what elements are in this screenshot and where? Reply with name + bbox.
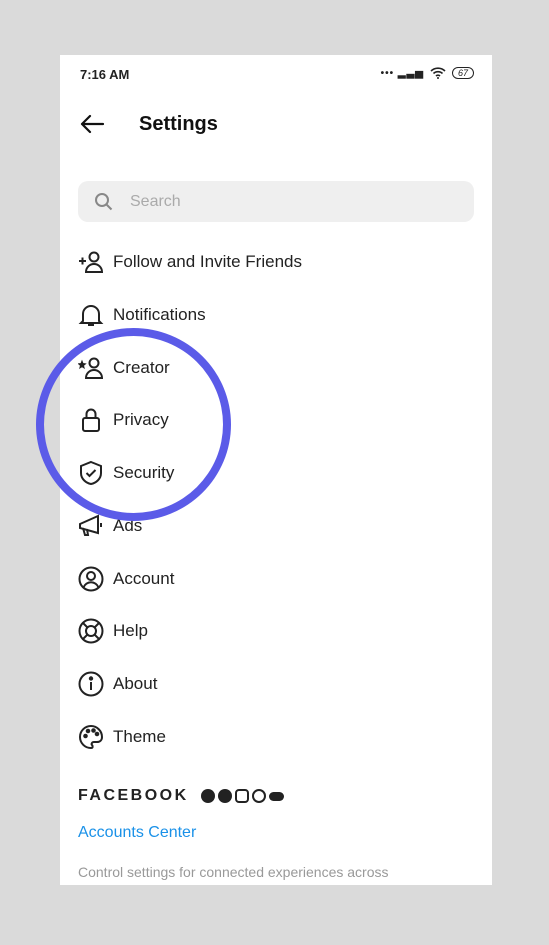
search-bar[interactable]: [78, 181, 474, 222]
menu-item-label: Follow and Invite Friends: [113, 252, 302, 271]
megaphone-icon: [78, 513, 104, 539]
search-icon: [95, 193, 113, 211]
add-person-icon: [78, 249, 104, 275]
wifi-icon: [430, 67, 446, 79]
account-circle-icon: [78, 566, 104, 592]
phone-screen: 7:16 AM ••• ▂▃▅ 67 Settings Follow and I…: [60, 55, 492, 885]
status-bar: 7:16 AM ••• ▂▃▅ 67: [80, 67, 474, 83]
header: Settings: [78, 111, 474, 139]
menu-item-label: About: [113, 674, 158, 693]
menu-item-account[interactable]: Account: [78, 559, 474, 599]
star-person-icon: [78, 355, 104, 381]
whatsapp-icon: [251, 789, 266, 803]
battery-indicator: 67: [451, 67, 474, 79]
bell-icon: [78, 302, 104, 328]
facebook-apps-icons: [200, 789, 284, 803]
lock-icon: [78, 407, 104, 433]
info-icon: [78, 671, 104, 697]
oculus-icon: [268, 792, 284, 801]
menu-item-label: Notifications: [113, 305, 206, 324]
back-arrow-icon[interactable]: [78, 111, 106, 139]
accounts-center-description: Control settings for connected experienc…: [78, 864, 389, 880]
status-time: 7:16 AM: [80, 67, 130, 82]
facebook-icon: [200, 789, 215, 803]
facebook-section-header: FACEBOOK: [78, 787, 284, 805]
palette-icon: [78, 724, 104, 750]
menu-item-notifications[interactable]: Notifications: [78, 295, 474, 335]
menu-item-label: Theme: [113, 727, 166, 746]
menu-item-follow-invite[interactable]: Follow and Invite Friends: [78, 242, 474, 282]
menu-item-label: Ads: [113, 516, 143, 535]
lifebuoy-icon: [78, 618, 104, 644]
menu-item-label: Security: [113, 463, 175, 482]
menu-item-creator[interactable]: Creator: [78, 348, 474, 388]
menu-item-label: Help: [113, 621, 148, 640]
menu-item-label: Account: [113, 569, 175, 588]
shield-icon: [78, 460, 104, 486]
menu-item-security[interactable]: Security: [78, 453, 474, 493]
messenger-icon: [217, 789, 232, 803]
signal-icon: ••• ▂▃▅: [380, 67, 424, 79]
facebook-wordmark: FACEBOOK: [78, 787, 189, 804]
page-title: Settings: [139, 113, 218, 135]
search-input[interactable]: [130, 181, 450, 222]
menu-item-label: Creator: [113, 358, 170, 377]
accounts-center-link[interactable]: Accounts Center: [78, 824, 196, 842]
menu-item-ads[interactable]: Ads: [78, 506, 474, 546]
menu-item-about[interactable]: About: [78, 664, 474, 704]
menu-item-label: Privacy: [113, 410, 169, 429]
menu-item-theme[interactable]: Theme: [78, 717, 474, 757]
menu-item-privacy[interactable]: Privacy: [78, 400, 474, 440]
menu-item-help[interactable]: Help: [78, 611, 474, 651]
instagram-icon: [234, 789, 249, 803]
